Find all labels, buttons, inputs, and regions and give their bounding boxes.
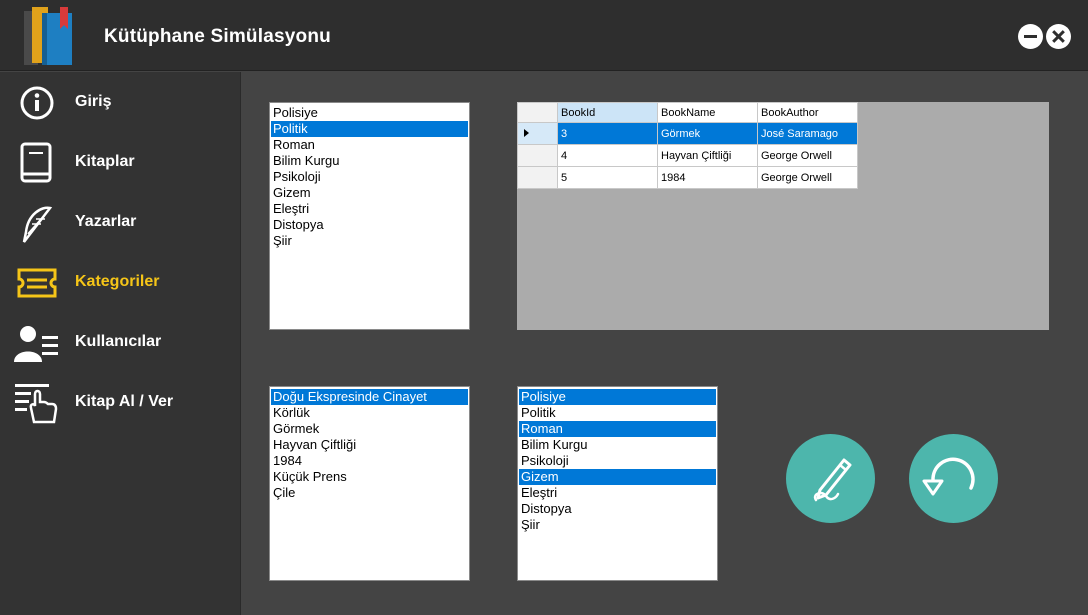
row-header[interactable] bbox=[517, 122, 558, 145]
table-cell[interactable]: 4 bbox=[557, 144, 658, 167]
list-item[interactable]: Körlük bbox=[271, 405, 468, 421]
list-item[interactable]: Roman bbox=[271, 137, 468, 153]
sidebar-item-giris[interactable]: Giriş bbox=[0, 74, 241, 130]
list-item[interactable]: Gizem bbox=[519, 469, 716, 485]
sidebar-item-kitap-al-ver[interactable]: Kitap Al / Ver bbox=[0, 374, 241, 430]
list-item[interactable]: Küçük Prens bbox=[271, 469, 468, 485]
sidebar-item-label: Yazarlar bbox=[75, 213, 137, 230]
list-item[interactable]: Distopya bbox=[519, 501, 716, 517]
title-bar: Kütüphane Simülasyonu bbox=[0, 0, 1088, 71]
table-cell[interactable]: Görmek bbox=[657, 122, 758, 145]
pencil-icon bbox=[813, 458, 852, 502]
users-icon bbox=[14, 326, 58, 362]
grid-corner-header[interactable] bbox=[517, 102, 558, 123]
undo-button[interactable] bbox=[909, 434, 998, 523]
list-item[interactable]: Bilim Kurgu bbox=[519, 437, 716, 453]
column-header-bookname[interactable]: BookName bbox=[657, 102, 758, 123]
list-item[interactable]: Distopya bbox=[271, 217, 468, 233]
list-item[interactable]: Eleştri bbox=[519, 485, 716, 501]
sidebar-item-label: Kitaplar bbox=[75, 153, 135, 170]
table-cell[interactable]: 5 bbox=[557, 166, 658, 189]
list-item[interactable]: Çile bbox=[271, 485, 468, 501]
table-row[interactable]: 4 Hayvan Çiftliği George Orwell bbox=[517, 144, 858, 167]
book-icon bbox=[20, 142, 52, 183]
books-logo-icon bbox=[24, 7, 72, 65]
list-item[interactable]: Psikoloji bbox=[519, 453, 716, 469]
list-item[interactable]: Görmek bbox=[271, 421, 468, 437]
sidebar-item-kategoriler[interactable]: Kategoriler bbox=[0, 254, 241, 310]
list-item[interactable]: Politik bbox=[271, 121, 468, 137]
sidebar: Giriş Kitaplar Yazarlar Kategoriler Kull… bbox=[0, 72, 241, 615]
table-row[interactable]: 3 Görmek José Saramago bbox=[517, 122, 858, 145]
ticket-icon bbox=[17, 268, 57, 298]
list-item[interactable]: Hayvan Çiftliği bbox=[271, 437, 468, 453]
books-listbox[interactable]: Doğu Ekspresinde Cinayet Körlük Görmek H… bbox=[269, 386, 470, 581]
hand-list-icon bbox=[15, 384, 58, 424]
feather-icon bbox=[22, 206, 53, 243]
table-cell[interactable]: José Saramago bbox=[757, 122, 858, 145]
books-data-grid[interactable]: BookId BookName BookAuthor 3 Görmek José… bbox=[517, 102, 1049, 330]
sidebar-item-kullanicilar[interactable]: Kullanıcılar bbox=[0, 314, 241, 370]
category-listbox[interactable]: Polisiye Politik Roman Bilim Kurgu Psiko… bbox=[269, 102, 470, 330]
list-item[interactable]: 1984 bbox=[271, 453, 468, 469]
undo-icon bbox=[922, 457, 975, 496]
column-header-bookid[interactable]: BookId bbox=[557, 102, 658, 123]
sidebar-item-yazarlar[interactable]: Yazarlar bbox=[0, 194, 241, 250]
list-item[interactable]: Gizem bbox=[271, 185, 468, 201]
list-item[interactable]: Psikoloji bbox=[271, 169, 468, 185]
table-cell[interactable]: 3 bbox=[557, 122, 658, 145]
list-item[interactable]: Eleştri bbox=[271, 201, 468, 217]
table-cell[interactable]: George Orwell bbox=[757, 166, 858, 189]
list-item[interactable]: Politik bbox=[519, 405, 716, 421]
sidebar-item-label: Giriş bbox=[75, 93, 112, 110]
grid-header-row: BookId BookName BookAuthor bbox=[517, 102, 858, 123]
app-title: Kütüphane Simülasyonu bbox=[104, 26, 331, 47]
list-item[interactable]: Doğu Ekspresinde Cinayet bbox=[271, 389, 468, 405]
column-header-bookauthor[interactable]: BookAuthor bbox=[757, 102, 858, 123]
list-item[interactable]: Şiir bbox=[519, 517, 716, 533]
edit-button[interactable] bbox=[786, 434, 875, 523]
book-categories-listbox[interactable]: Polisiye Politik Roman Bilim Kurgu Psiko… bbox=[517, 386, 718, 581]
list-item[interactable]: Polisiye bbox=[271, 105, 468, 121]
row-header[interactable] bbox=[517, 166, 558, 189]
row-header[interactable] bbox=[517, 144, 558, 167]
sidebar-item-label: Kitap Al / Ver bbox=[75, 393, 174, 410]
sidebar-item-kitaplar[interactable]: Kitaplar bbox=[0, 134, 241, 190]
table-cell[interactable]: Hayvan Çiftliği bbox=[657, 144, 758, 167]
table-cell[interactable]: 1984 bbox=[657, 166, 758, 189]
sidebar-item-label: Kategoriler bbox=[75, 273, 160, 290]
sidebar-item-label: Kullanıcılar bbox=[75, 333, 162, 350]
close-icon[interactable] bbox=[1046, 24, 1071, 49]
table-row[interactable]: 5 1984 George Orwell bbox=[517, 166, 858, 189]
list-item[interactable]: Şiir bbox=[271, 233, 468, 249]
info-icon bbox=[20, 86, 54, 120]
row-pointer-icon bbox=[524, 128, 529, 137]
list-item[interactable]: Bilim Kurgu bbox=[271, 153, 468, 169]
list-item[interactable]: Roman bbox=[519, 421, 716, 437]
list-item[interactable]: Polisiye bbox=[519, 389, 716, 405]
table-cell[interactable]: George Orwell bbox=[757, 144, 858, 167]
minimize-icon[interactable] bbox=[1018, 24, 1043, 49]
